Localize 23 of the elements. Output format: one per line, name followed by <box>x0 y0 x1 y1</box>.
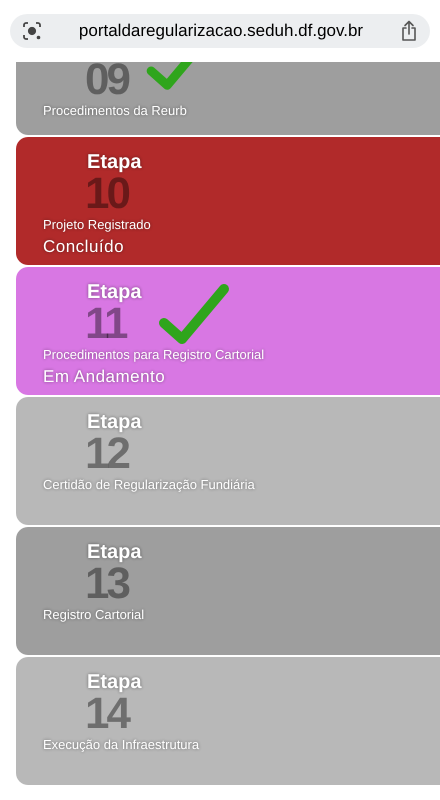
step-number: 13 <box>85 565 128 603</box>
step-title: Procedimentos da Reurb <box>43 103 187 119</box>
step-label: Etapa <box>87 670 143 695</box>
step-title: Certidão de Regularização Fundiária <box>43 477 255 493</box>
step-number: 14 <box>85 695 128 733</box>
camera-scan-icon[interactable] <box>22 21 42 41</box>
step-number: 12 <box>85 435 128 473</box>
share-icon[interactable] <box>400 20 418 42</box>
step-label: Etapa <box>87 280 143 305</box>
step-status: Concluído <box>43 236 124 258</box>
step-title: Registro Cartorial <box>43 607 144 623</box>
step-label: Etapa <box>87 540 143 565</box>
step-number: 09 <box>85 65 128 95</box>
step-title: Execução da Infraestrutura <box>43 737 200 753</box>
step-number: 11 <box>85 305 126 343</box>
address-bar[interactable]: portaldaregularizacao.seduh.df.gov.br <box>10 14 430 48</box>
step-label: Etapa <box>87 410 143 435</box>
url-text[interactable]: portaldaregularizacao.seduh.df.gov.br <box>54 18 388 44</box>
step-number: 10 <box>85 175 128 213</box>
step-label: Etapa <box>87 150 143 175</box>
step-status: Em Andamento <box>43 366 166 388</box>
step-title: Procedimentos para Registro Cartorial <box>43 347 264 363</box>
step-title: Projeto Registrado <box>43 217 151 233</box>
